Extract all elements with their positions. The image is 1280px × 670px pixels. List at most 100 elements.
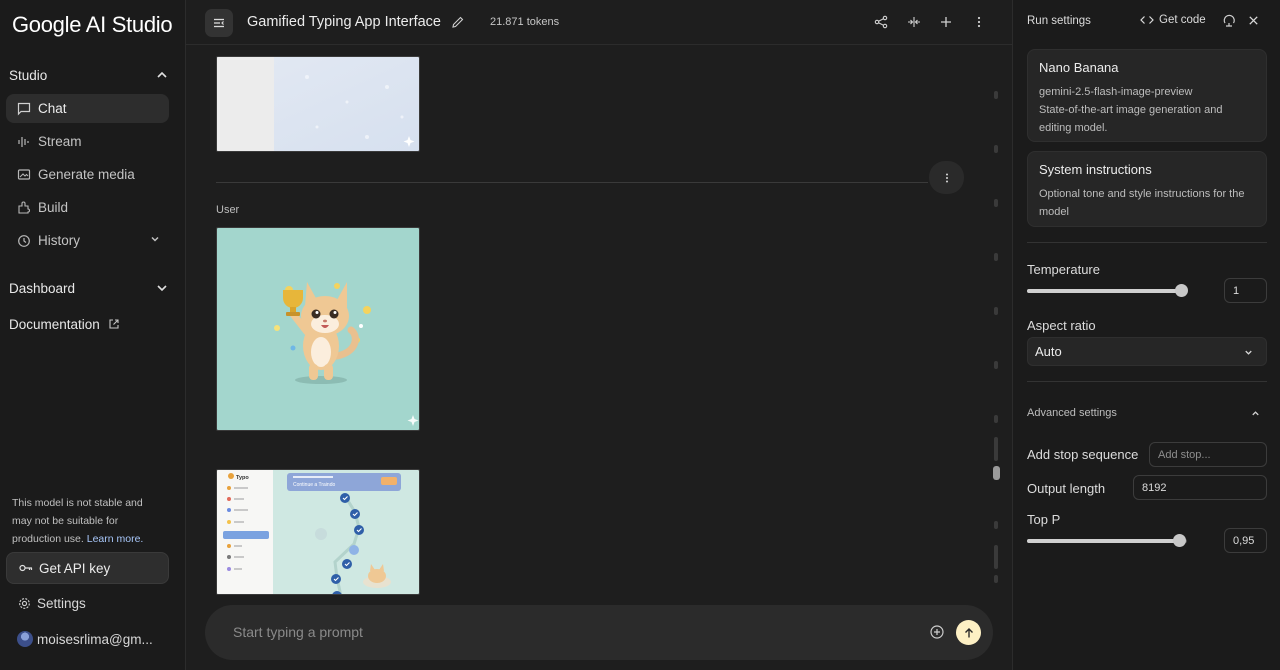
- studio-section-header[interactable]: Studio: [9, 64, 169, 86]
- scroll-marker[interactable]: [994, 199, 998, 207]
- temperature-input[interactable]: 1: [1224, 278, 1267, 303]
- system-instructions-card[interactable]: System instructions Optional tone and st…: [1027, 151, 1267, 227]
- top-p-slider-fill: [1027, 539, 1179, 543]
- mock-app-name: Typo: [236, 475, 249, 481]
- settings-link[interactable]: Settings: [18, 596, 86, 611]
- run-button[interactable]: [956, 620, 981, 645]
- account-email: moisesrlima@gm...: [37, 631, 153, 647]
- model-name: Nano Banana: [1039, 60, 1119, 75]
- scroll-marker[interactable]: [994, 437, 998, 461]
- sidebar-item-generate-media[interactable]: Generate media: [6, 160, 169, 189]
- run-settings-panel: Run settings Get code Nano Banana gemini…: [1012, 0, 1280, 670]
- model-notice: This model is not stable and may not be …: [12, 494, 162, 548]
- menu-collapse-icon: [212, 16, 226, 30]
- sidebar-item-chat[interactable]: Chat: [6, 94, 169, 123]
- generated-image[interactable]: [216, 56, 420, 152]
- scroll-marker[interactable]: [994, 145, 998, 153]
- documentation-link[interactable]: Documentation: [9, 313, 169, 335]
- chat-header: Gamified Typing App Interface 21.871 tok…: [186, 0, 1012, 45]
- sidebar-item-label: Generate media: [38, 167, 135, 182]
- media-icon: [16, 167, 32, 183]
- add-media-icon[interactable]: [929, 624, 945, 640]
- chat-scrollbar[interactable]: [993, 65, 1000, 585]
- get-code-button[interactable]: Get code: [1140, 14, 1206, 26]
- scroll-marker[interactable]: [994, 253, 998, 261]
- sidebar-item-label: History: [38, 233, 81, 248]
- aspect-ratio-select[interactable]: Auto: [1027, 337, 1267, 366]
- page-title: Gamified Typing App Interface: [247, 14, 441, 30]
- dashboard-label: Dashboard: [9, 280, 76, 296]
- learn-more-link[interactable]: Learn more.: [87, 533, 144, 545]
- stop-sequence-input[interactable]: Add stop...: [1149, 442, 1267, 467]
- arrow-up-icon: [963, 627, 975, 639]
- history-icon: [16, 233, 32, 249]
- temperature-slider-fill: [1027, 289, 1181, 293]
- code-icon: [1140, 14, 1154, 26]
- top-p-input[interactable]: 0,95: [1224, 528, 1267, 553]
- toggle-sidebar-button[interactable]: [205, 9, 233, 37]
- generated-image[interactable]: [216, 227, 420, 431]
- generated-image[interactable]: Typo Continue a Traindo: [216, 469, 420, 595]
- compare-icon[interactable]: [906, 14, 922, 30]
- temperature-label: Temperature: [1027, 262, 1100, 277]
- get-api-key-button[interactable]: Get API key: [6, 552, 169, 584]
- scroll-marker[interactable]: [994, 361, 998, 369]
- scroll-marker[interactable]: [994, 521, 998, 529]
- system-instructions-description: Optional tone and style instructions for…: [1039, 188, 1245, 218]
- scroll-marker[interactable]: [994, 415, 998, 423]
- account-menu[interactable]: moisesrlima@gm...: [17, 631, 153, 647]
- output-length-input[interactable]: 8192: [1133, 475, 1267, 500]
- get-code-label: Get code: [1159, 14, 1206, 26]
- run-settings-title: Run settings: [1027, 15, 1091, 27]
- model-description: State-of-the-art image generation and ed…: [1039, 104, 1223, 134]
- scroll-marker[interactable]: [994, 575, 998, 583]
- api-key-label: Get API key: [39, 560, 111, 576]
- turn-divider: [216, 182, 928, 183]
- scroll-marker[interactable]: [994, 307, 998, 315]
- scroll-marker[interactable]: [994, 545, 998, 569]
- sidebar-item-history[interactable]: History: [6, 226, 169, 255]
- sidebar-item-label: Chat: [38, 101, 67, 116]
- share-icon[interactable]: [873, 14, 889, 30]
- more-options-icon[interactable]: [971, 14, 987, 30]
- model-id: gemini-2.5-flash-image-preview: [1039, 86, 1193, 98]
- prompt-input[interactable]: [233, 622, 883, 642]
- chevron-down-icon: [155, 281, 169, 295]
- dashboard-section-header[interactable]: Dashboard: [9, 277, 169, 299]
- chevron-up-icon: [1250, 408, 1261, 419]
- key-icon: [18, 560, 34, 576]
- token-count: 21.871 tokens: [490, 16, 560, 28]
- build-icon: [16, 200, 32, 216]
- chevron-down-icon: [149, 233, 161, 245]
- temperature-slider-handle[interactable]: [1174, 284, 1188, 297]
- reset-settings-icon[interactable]: [1222, 14, 1236, 28]
- app-root: Google AI Studio Studio Chat Stream Gene…: [0, 0, 1280, 670]
- turn-more-button[interactable]: [929, 161, 964, 194]
- edit-title-icon[interactable]: [451, 15, 465, 29]
- app-logo[interactable]: Google AI Studio: [12, 12, 173, 38]
- aspect-ratio-label: Aspect ratio: [1027, 318, 1096, 333]
- advanced-settings-toggle[interactable]: Advanced settings: [1027, 407, 1267, 419]
- prompt-box: [205, 605, 993, 660]
- avatar: [17, 631, 33, 647]
- top-p-label: Top P: [1027, 512, 1061, 527]
- gear-icon: [18, 597, 31, 610]
- documentation-label: Documentation: [9, 316, 100, 332]
- scroll-thumb[interactable]: [993, 466, 1000, 480]
- top-p-slider-handle[interactable]: [1173, 534, 1186, 547]
- model-selector-card[interactable]: Nano Banana gemini-2.5-flash-image-previ…: [1027, 49, 1267, 142]
- sidebar-item-build[interactable]: Build: [6, 193, 169, 222]
- sidebar-item-stream[interactable]: Stream: [6, 127, 169, 156]
- new-chat-icon[interactable]: [938, 14, 954, 30]
- studio-label: Studio: [9, 67, 48, 83]
- chevron-down-icon: [1243, 347, 1254, 358]
- temperature-slider[interactable]: [1027, 284, 1188, 297]
- stream-icon: [16, 134, 32, 150]
- mock-header-text: Continue a Traindo: [293, 482, 335, 488]
- chevron-up-icon: [155, 68, 169, 82]
- chat-area: User Typo Continue a Traindo: [186, 45, 1012, 670]
- top-p-slider[interactable]: [1027, 534, 1187, 547]
- panel-divider: [1027, 381, 1267, 382]
- scroll-marker[interactable]: [994, 91, 998, 99]
- close-icon[interactable]: [1247, 14, 1260, 27]
